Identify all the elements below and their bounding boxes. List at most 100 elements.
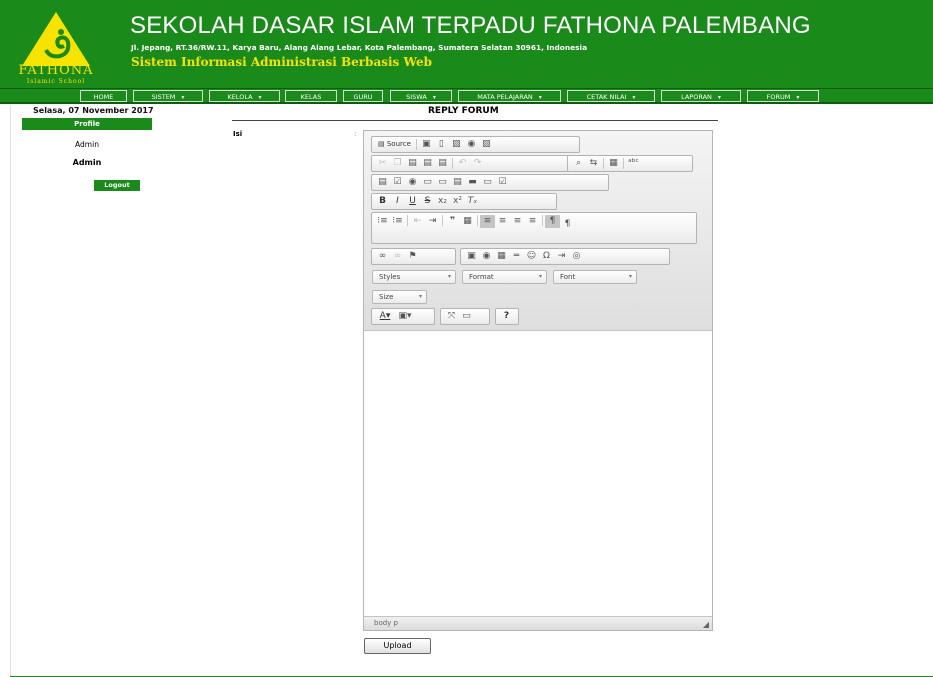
textfield-icon[interactable]: ▭: [420, 176, 435, 189]
element-path[interactable]: body p: [374, 619, 398, 627]
smiley-icon[interactable]: ☺: [524, 250, 539, 263]
italic-icon[interactable]: I: [390, 195, 405, 208]
toolbar-group-about: ?: [495, 308, 519, 325]
profile-header: Profile: [22, 118, 152, 130]
logout-button[interactable]: Logout: [94, 180, 140, 191]
select-field-icon[interactable]: ▤: [450, 176, 465, 189]
font-dropdown[interactable]: Font ▾: [553, 270, 637, 284]
school-address: Jl. Jepang, RT.36/RW.11, Karya Baru, Ala…: [131, 43, 588, 52]
remove-format-icon[interactable]: Tₓ: [465, 195, 480, 208]
help-icon[interactable]: ?: [499, 310, 514, 323]
checkbox-icon[interactable]: ☑: [390, 176, 405, 189]
hidden-field-icon[interactable]: ☑: [495, 176, 510, 189]
align-justify-icon[interactable]: ≡: [525, 215, 540, 228]
paste-text-icon[interactable]: ▤: [420, 157, 435, 170]
button-field-icon[interactable]: ▬: [465, 176, 480, 189]
find-icon[interactable]: ⌕: [571, 157, 586, 170]
upload-button[interactable]: Upload: [364, 638, 431, 654]
select-all-icon[interactable]: ▦: [606, 157, 621, 170]
indent-icon[interactable]: ⇥: [425, 215, 440, 228]
copy-icon[interactable]: ❐: [390, 157, 405, 170]
page-border: [10, 106, 11, 677]
nav-cetak-nilai[interactable]: CETAK NILAI ▾: [567, 90, 655, 102]
toolbar-group-colors: A▾ ▣▾: [371, 308, 435, 325]
blockquote-icon[interactable]: ❞: [445, 215, 460, 228]
strikethrough-icon[interactable]: S: [420, 195, 435, 208]
styles-label: Styles: [379, 273, 401, 281]
nav-laporan[interactable]: LAPORAN ▾: [661, 90, 741, 102]
nav-label: SISWA: [406, 93, 427, 101]
preview-icon[interactable]: ▧: [449, 138, 464, 151]
subscript-icon[interactable]: x₂: [435, 195, 450, 208]
chevron-down-icon: ▾: [796, 94, 800, 101]
align-left-icon[interactable]: ≡: [480, 215, 495, 228]
image-button-icon[interactable]: ▭: [480, 176, 495, 189]
school-logo[interactable]: FATHONA Islamic School: [14, 10, 98, 86]
chevron-down-icon: ▾: [447, 273, 451, 280]
undo-icon[interactable]: ↶: [455, 157, 470, 170]
unlink-icon[interactable]: ∞: [390, 250, 405, 263]
show-blocks-icon[interactable]: ▭: [459, 310, 474, 323]
horizontal-line-icon[interactable]: ═: [509, 250, 524, 263]
nav-siswa[interactable]: SISWA ▾: [390, 90, 452, 102]
text-color-icon[interactable]: A▾: [375, 310, 395, 323]
spellcheck-icon[interactable]: ᵃᵇᶜ: [626, 157, 641, 170]
image-icon[interactable]: ▣: [464, 250, 479, 263]
styles-dropdown[interactable]: Styles ▾: [372, 270, 456, 284]
logo-text: FATHONA: [18, 63, 94, 78]
div-container-icon[interactable]: ▦: [460, 215, 475, 228]
source-button[interactable]: ▤ Source: [375, 138, 414, 151]
bulleted-list-icon[interactable]: ⁝≡: [390, 215, 405, 228]
editor-toolbar: ▤ Source ▣ ▯ ▧ ◉ ▨ ✂ ❐ ▤ ▤ ▤ ↶ ↷ ⌕ ⇆ ▦ ᵃ…: [364, 131, 712, 331]
new-page-icon[interactable]: ▯: [434, 138, 449, 151]
text-direction-ltr-icon[interactable]: ¶: [545, 215, 560, 228]
align-right-icon[interactable]: ≡: [510, 215, 525, 228]
nav-mata-pelajaran[interactable]: MATA PELAJARAN ▾: [458, 90, 561, 102]
source-label: Source: [386, 140, 411, 148]
background-color-icon[interactable]: ▣▾: [395, 310, 415, 323]
iframe-icon[interactable]: ◎: [569, 250, 584, 263]
nav-forum[interactable]: FORUM ▾: [747, 90, 819, 102]
nav-kelola[interactable]: KELOLA ▾: [209, 90, 280, 102]
flash-icon[interactable]: ◉: [479, 250, 494, 263]
redo-icon[interactable]: ↷: [470, 157, 485, 170]
radio-icon[interactable]: ◉: [405, 176, 420, 189]
textarea-icon[interactable]: ▭: [435, 176, 450, 189]
page-break-icon[interactable]: ⇥: [554, 250, 569, 263]
numbered-list-icon[interactable]: ⁝≡: [375, 215, 390, 228]
maximize-icon[interactable]: ⤧: [444, 310, 459, 323]
resize-handle-icon[interactable]: ◢: [703, 620, 709, 629]
logo-subtext: Islamic School: [26, 78, 86, 85]
chevron-down-icon: ▾: [538, 94, 542, 101]
editor-content-area[interactable]: [364, 332, 712, 616]
toolbar-separator: [623, 158, 624, 169]
superscript-icon[interactable]: x²: [450, 195, 465, 208]
chevron-down-icon: ▾: [432, 94, 436, 101]
paste-icon[interactable]: ▤: [405, 157, 420, 170]
align-center-icon[interactable]: ≡: [495, 215, 510, 228]
format-dropdown[interactable]: Format ▾: [462, 270, 547, 284]
print-icon[interactable]: ◉: [464, 138, 479, 151]
form-icon[interactable]: ▤: [375, 176, 390, 189]
link-icon[interactable]: ∞: [375, 250, 390, 263]
bold-icon[interactable]: B: [375, 195, 390, 208]
paste-word-icon[interactable]: ▤: [435, 157, 450, 170]
text-direction-rtl-icon[interactable]: ¶: [560, 218, 575, 231]
underline-icon[interactable]: U: [405, 195, 420, 208]
size-dropdown[interactable]: Size ▾: [372, 290, 427, 304]
anchor-icon[interactable]: ⚑: [405, 250, 420, 263]
templates-icon[interactable]: ▨: [479, 138, 494, 151]
special-char-icon[interactable]: Ω: [539, 250, 554, 263]
nav-kelas[interactable]: KELAS: [285, 90, 337, 102]
chevron-down-icon: ▾: [181, 94, 185, 101]
save-icon[interactable]: ▣: [419, 138, 434, 151]
outdent-icon[interactable]: ⇤: [410, 215, 425, 228]
table-icon[interactable]: ▦: [494, 250, 509, 263]
nav-home[interactable]: HOME: [80, 90, 127, 102]
format-label: Format: [469, 273, 494, 281]
nav-sistem[interactable]: SISTEM ▾: [133, 90, 203, 102]
nav-guru[interactable]: GURU: [343, 90, 383, 102]
user-role: Admin: [72, 158, 102, 167]
cut-icon[interactable]: ✂: [375, 157, 390, 170]
replace-icon[interactable]: ⇆: [586, 157, 601, 170]
